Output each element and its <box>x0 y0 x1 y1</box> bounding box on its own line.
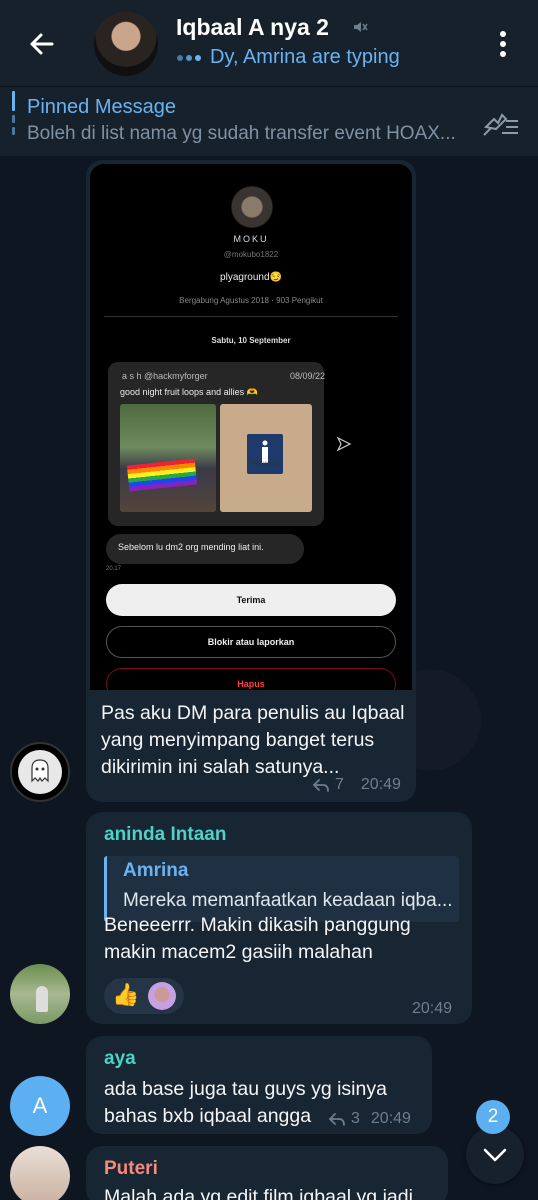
sender-avatar[interactable]: A <box>10 1076 70 1136</box>
pinned-indicator <box>12 91 15 149</box>
chat-title[interactable]: Iqbaal A nya 2 <box>176 14 329 41</box>
post-photo <box>120 404 216 512</box>
profile-handle: @mokubo1822 <box>223 250 279 259</box>
post-text: good night fruit loops and allies 🫶 <box>120 387 258 397</box>
sender-name[interactable]: aya <box>104 1048 136 1070</box>
message-time: 20:49 <box>360 776 401 793</box>
post-date: 08/09/22 <box>290 371 326 381</box>
message-meta: 20:49 <box>412 1000 452 1018</box>
reply-count-icon[interactable] <box>328 1112 346 1126</box>
dm-bubble: Sebelom lu dm2 org mending liat ini. <box>106 534 304 564</box>
typing-dots-icon <box>177 55 201 61</box>
more-options-icon[interactable] <box>488 26 518 62</box>
message-meta: 3 20:49 <box>328 1110 411 1128</box>
dm-date: Sabtu, 10 September <box>211 336 291 345</box>
back-arrow-icon[interactable] <box>22 24 62 64</box>
shared-post: a s h @hackmyforger 08/09/22 good night … <box>108 362 326 526</box>
message-time: 20:49 <box>412 1000 453 1017</box>
message-bubble[interactable]: MOKU @mokubo1822 plyaground😏 Bergabung A… <box>86 160 416 802</box>
reply-count[interactable]: 3 <box>351 1110 360 1128</box>
reply-count[interactable]: 7 <box>335 776 344 794</box>
message-text: Pas aku DM para penulis au Iqbaal yang m… <box>101 702 405 778</box>
avatar-figure <box>36 986 48 1012</box>
delete-button: Hapus <box>106 668 396 690</box>
post-user: a s h @hackmyforger <box>122 371 208 381</box>
scroll-to-bottom-button[interactable] <box>466 1126 524 1184</box>
dm-time: 20.17 <box>106 566 122 572</box>
accept-button: Terima <box>106 584 396 616</box>
pinned-message-bar[interactable]: Pinned Message Boleh di list nama yg sud… <box>0 86 538 156</box>
dm-text: Sebelom lu dm2 org mending liat ini. <box>118 542 264 552</box>
profile-bio: plyaground😏 <box>220 272 282 283</box>
chat-header: Iqbaal A nya 2 Dy, Amrina are typing <box>0 0 538 86</box>
post-photo-sign: Whichever <box>220 404 312 512</box>
message-time: 20:49 <box>370 1110 411 1127</box>
send-icon <box>336 436 352 452</box>
message-meta: 7 20:49 <box>312 776 401 794</box>
message-bubble[interactable]: aninda Intaan Amrina Mereka memanfaatkan… <box>86 812 472 1024</box>
sign-text: Whichever <box>251 462 281 468</box>
message-bubble[interactable]: Puteri Malah ada yg edit film iqbaal yg … <box>86 1146 448 1200</box>
reply-count-icon[interactable] <box>312 778 330 792</box>
sender-avatar[interactable] <box>10 964 70 1024</box>
chevron-down-icon <box>483 1148 507 1162</box>
profile-avatar <box>231 186 273 228</box>
reply-sender: Amrina <box>123 860 189 881</box>
ghost-icon <box>31 759 49 783</box>
divider <box>104 316 398 317</box>
thumbs-up-icon: 👍 <box>112 983 140 1008</box>
pinned-list-icon[interactable] <box>482 109 520 137</box>
unread-count-badge: 2 <box>476 1100 510 1134</box>
chat-avatar[interactable] <box>94 12 158 76</box>
profile-name: MOKU <box>233 234 269 244</box>
sender-name[interactable]: Puteri <box>104 1158 158 1180</box>
sender-avatar[interactable] <box>10 1146 70 1200</box>
sender-avatar[interactable] <box>10 742 70 802</box>
rainbow-flag <box>126 458 198 492</box>
sender-name[interactable]: aninda Intaan <box>104 824 226 846</box>
message-bubble[interactable]: aya ada base juga tau guys yg isinya bah… <box>86 1036 432 1134</box>
profile-meta: Bergabung Agustus 2018 · 903 Pengikut <box>179 296 323 305</box>
person-icon <box>262 440 268 463</box>
reaction-chip[interactable]: 👍 <box>104 978 184 1014</box>
pinned-title: Pinned Message <box>27 96 176 118</box>
muted-speaker-icon <box>354 22 368 32</box>
block-report-button: Blokir atau laporkan <box>106 626 396 658</box>
screenshot-image[interactable]: MOKU @mokubo1822 plyaground😏 Bergabung A… <box>90 164 412 690</box>
pinned-text: Boleh di list nama yg sudah transfer eve… <box>27 123 456 144</box>
reply-text: Mereka memanfaatkan keadaan iqba... <box>123 890 453 911</box>
typing-status: Dy, Amrina are typing <box>210 46 400 68</box>
message-text: Malah ada yg edit film iqbaal yg jadi <box>104 1186 413 1200</box>
message-text: Beneeerrr. Makin dikasih panggung makin … <box>104 914 411 963</box>
reactor-avatar <box>148 982 176 1010</box>
restroom-sign <box>247 434 283 474</box>
